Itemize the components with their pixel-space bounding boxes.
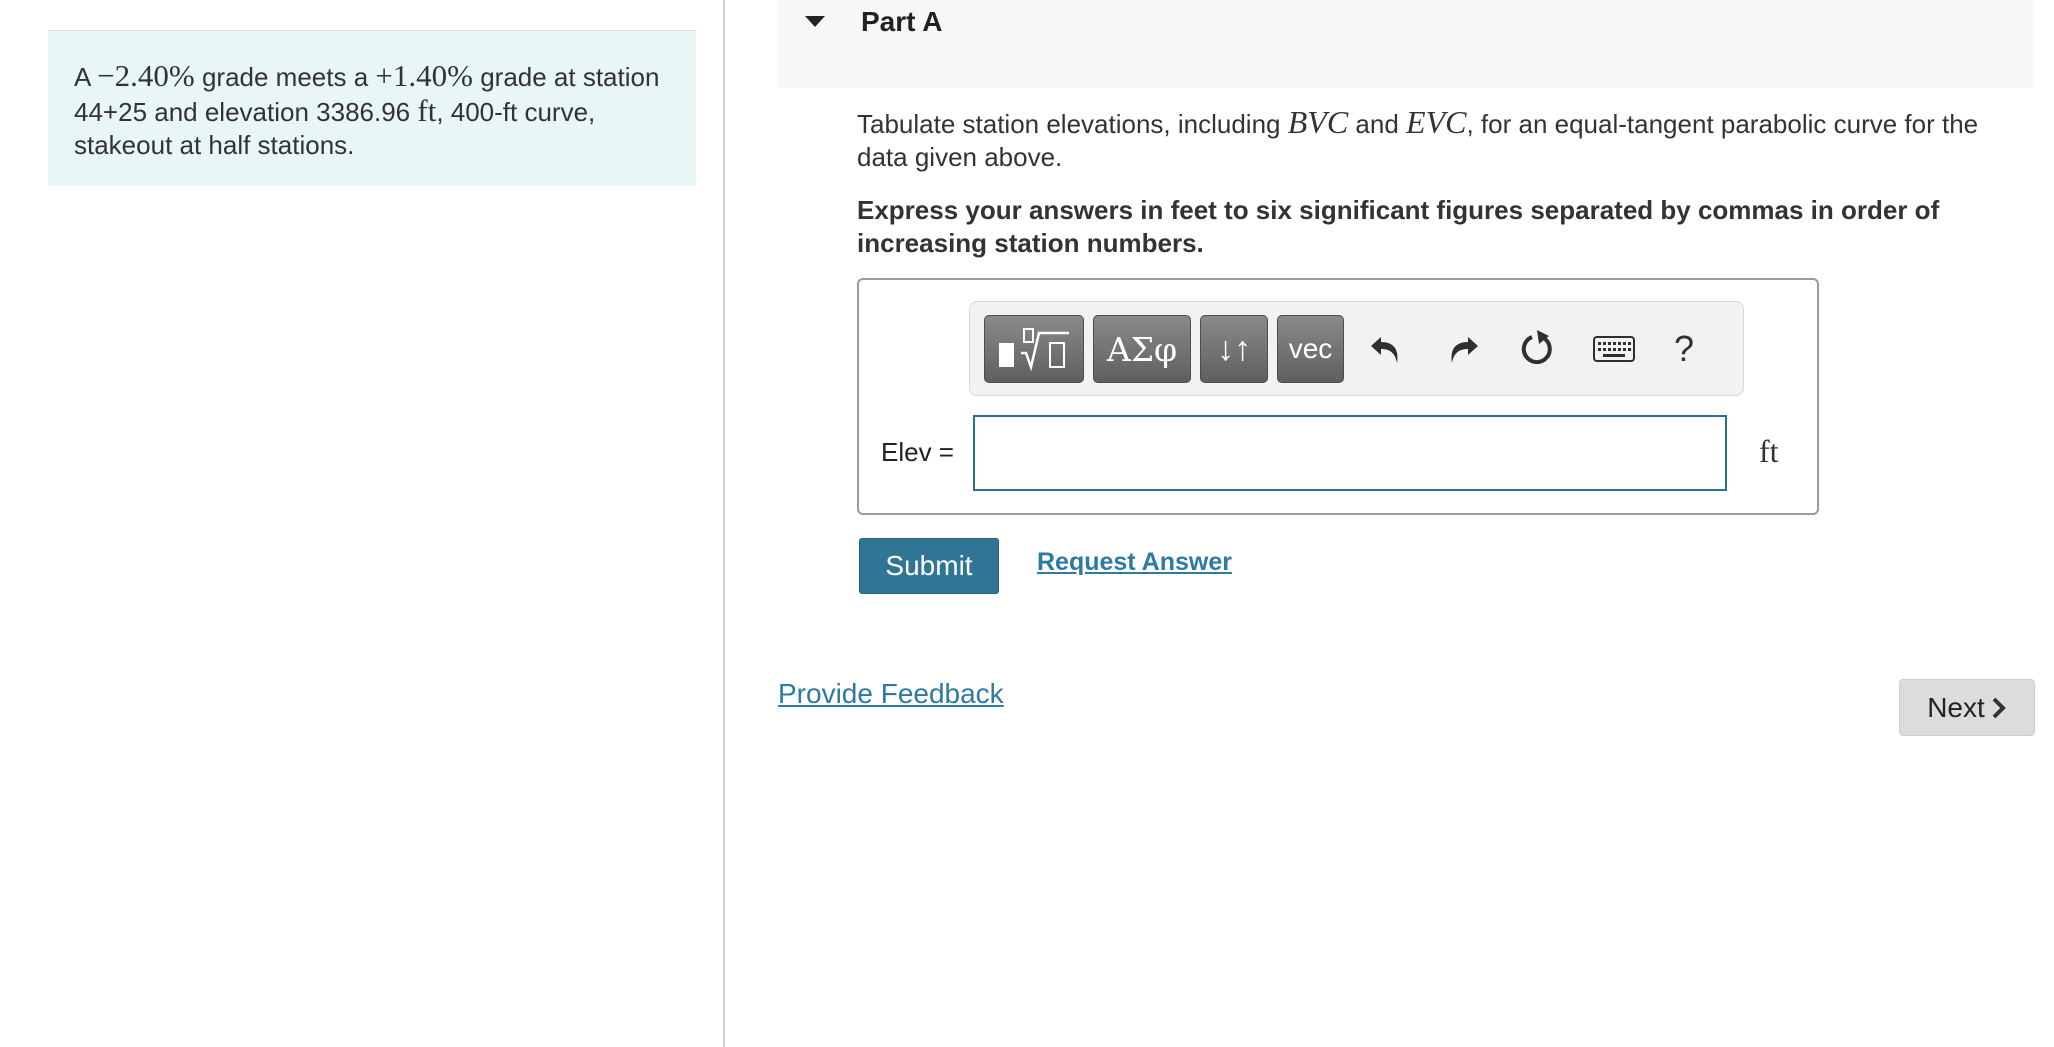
answer-unit: ft [1759, 433, 1779, 469]
reset-icon [1521, 330, 1552, 365]
redo-button[interactable] [1438, 320, 1488, 378]
grade-1: −2.40% [97, 58, 195, 93]
provide-feedback-link[interactable]: Provide Feedback [778, 678, 1004, 710]
submit-button[interactable]: Submit [859, 538, 999, 594]
help-button[interactable]: ? [1659, 320, 1709, 378]
question-prompt: Tabulate station elevations, including B… [857, 106, 2017, 174]
bvc-term: BVC [1287, 104, 1349, 140]
answer-label: Elev = [881, 437, 954, 467]
grade-2: +1.40% [375, 58, 473, 93]
problem-panel: A −2.40% grade meets a +1.40% grade at s… [0, 0, 723, 1047]
undo-button[interactable] [1361, 320, 1411, 378]
greek-symbols-button[interactable]: ΑΣφ [1093, 315, 1191, 383]
prompt-and: and [1355, 109, 1399, 139]
vector-button[interactable]: vec [1277, 315, 1344, 383]
help-icon: ? [1673, 328, 1695, 369]
caret-down-icon[interactable] [805, 16, 825, 27]
part-title[interactable]: Part A [861, 6, 942, 38]
redo-icon [1451, 337, 1478, 363]
problem-prefix: A [74, 62, 90, 92]
problem-text-1: grade meets a [201, 62, 369, 92]
part-header[interactable] [777, 0, 2033, 88]
evc-term: EVC [1406, 104, 1467, 140]
chevron-right-icon [1992, 697, 2006, 718]
problem-statement: A −2.40% grade meets a +1.40% grade at s… [48, 30, 696, 186]
answer-instruction: Express your answers in feet to six sign… [857, 195, 1940, 258]
column-divider [723, 0, 725, 1047]
answer-input[interactable] [973, 415, 1727, 491]
templates-button[interactable] [984, 315, 1084, 383]
problem-unit: ft [417, 93, 437, 128]
reset-button[interactable] [1512, 320, 1562, 378]
next-label: Next [1927, 691, 1985, 723]
keyboard-button[interactable] [1586, 320, 1642, 378]
next-button[interactable]: Next [1899, 679, 2035, 736]
prompt-text-1: Tabulate station elevations, including [857, 109, 1281, 139]
templates-icon [999, 328, 1069, 372]
subscript-superscript-button[interactable]: ↓↑ [1200, 315, 1268, 383]
undo-icon [1371, 337, 1398, 363]
request-answer-link[interactable]: Request Answer [1037, 548, 1232, 577]
keyboard-icon [1593, 336, 1635, 362]
